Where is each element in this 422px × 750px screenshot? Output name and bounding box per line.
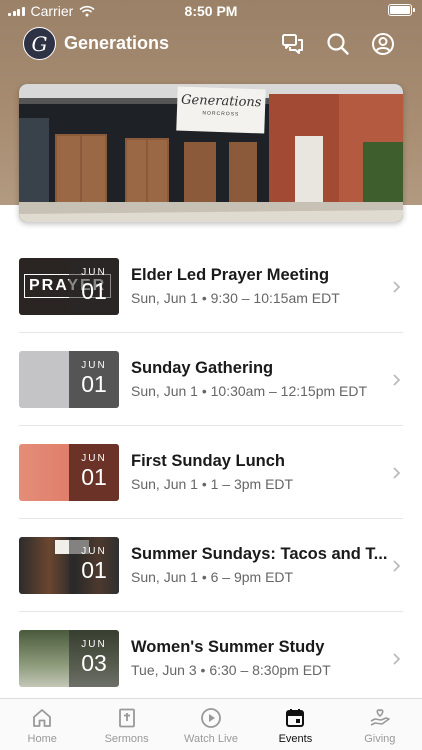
tab-giving[interactable]: Giving [338, 699, 422, 750]
profile-icon[interactable] [370, 31, 396, 57]
chevron-right-icon [393, 467, 401, 479]
event-time: Sun, Jun 1 • 6 – 9pm EDT [131, 569, 294, 585]
battery-icon [388, 4, 415, 16]
giving-icon [370, 709, 390, 726]
event-row[interactable]: JUN 01 Sunday Gathering Sun, Jun 1 • 10:… [19, 333, 403, 426]
event-title: Women's Summer Study [131, 638, 325, 656]
hero-banner: Generations NORCROSS [176, 86, 266, 134]
date-badge: JUN 01 [69, 444, 119, 501]
date-day: 03 [81, 650, 107, 676]
date-badge: JUN 03 [69, 630, 119, 687]
hero-banner-sub: NORCROSS [202, 110, 240, 118]
event-time: Sun, Jun 1 • 1 – 3pm EDT [131, 476, 294, 492]
date-month: JUN [81, 453, 107, 464]
tab-label: Events [278, 733, 313, 745]
date-month: JUN [81, 639, 107, 650]
chevron-right-icon [393, 281, 401, 293]
event-title: Sunday Gathering [131, 359, 274, 377]
chat-icon[interactable] [280, 31, 306, 57]
event-title: Summer Sundays: Tacos and T... [131, 545, 388, 563]
date-day: 01 [81, 278, 107, 304]
status-time: 8:50 PM [184, 3, 238, 19]
tab-label: Sermons [104, 733, 149, 745]
date-badge: JUN 01 [69, 351, 119, 408]
event-list: PRAYER JUN 01 Elder Led Prayer Meeting S… [19, 240, 403, 705]
event-thumbnail: JUN 01 [19, 444, 119, 501]
hero-banner-title: Generations [180, 92, 262, 111]
event-thumbnail: JUN 03 [19, 630, 119, 687]
chevron-right-icon [393, 560, 401, 572]
event-time: Tue, Jun 3 • 6:30 – 8:30pm EDT [131, 662, 331, 678]
hero-image[interactable]: Generations NORCROSS [19, 84, 403, 222]
bible-icon [118, 708, 135, 728]
tab-label: Giving [364, 733, 396, 745]
app-header: G Generations [0, 22, 422, 66]
event-row[interactable]: JUN 01 Summer Sundays: Tacos and T... Su… [19, 519, 403, 612]
date-badge: JUN 01 [69, 258, 119, 315]
event-title: Elder Led Prayer Meeting [131, 266, 330, 284]
date-month: JUN [81, 267, 107, 278]
home-icon [33, 709, 52, 727]
status-bar: Carrier 8:50 PM [0, 0, 422, 22]
tab-label: Watch Live [184, 733, 239, 745]
date-badge: JUN 01 [69, 537, 119, 594]
date-month: JUN [81, 546, 107, 557]
search-icon[interactable] [325, 31, 351, 57]
event-row[interactable]: PRAYER JUN 01 Elder Led Prayer Meeting S… [19, 240, 403, 333]
tab-home[interactable]: Home [0, 699, 84, 750]
date-month: JUN [81, 360, 107, 371]
event-time: Sun, Jun 1 • 10:30am – 12:15pm EDT [131, 383, 368, 399]
app-title: Generations [64, 33, 170, 53]
event-title: First Sunday Lunch [131, 452, 286, 470]
tab-sermons[interactable]: Sermons [84, 699, 168, 750]
tab-bar: Home Sermons Watch Live Events Giving [0, 698, 422, 750]
chevron-right-icon [393, 374, 401, 386]
church-logo[interactable]: G [23, 27, 56, 60]
event-thumbnail: JUN 01 [19, 351, 119, 408]
event-row[interactable]: JUN 01 First Sunday Lunch Sun, Jun 1 • 1… [19, 426, 403, 519]
event-thumbnail: PRAYER JUN 01 [19, 258, 119, 315]
event-time: Sun, Jun 1 • 9:30 – 10:15am EDT [131, 290, 340, 306]
date-day: 01 [81, 464, 107, 490]
calendar-icon [286, 709, 305, 727]
tab-label: Home [27, 733, 57, 745]
date-day: 01 [81, 557, 107, 583]
play-icon [201, 708, 221, 728]
tab-watch-live[interactable]: Watch Live [169, 699, 253, 750]
chevron-right-icon [393, 653, 401, 665]
date-day: 01 [81, 371, 107, 397]
event-thumbnail: JUN 01 [19, 537, 119, 594]
tab-events[interactable]: Events [253, 699, 337, 750]
event-row[interactable]: JUN 03 Women's Summer Study Tue, Jun 3 •… [19, 612, 403, 705]
